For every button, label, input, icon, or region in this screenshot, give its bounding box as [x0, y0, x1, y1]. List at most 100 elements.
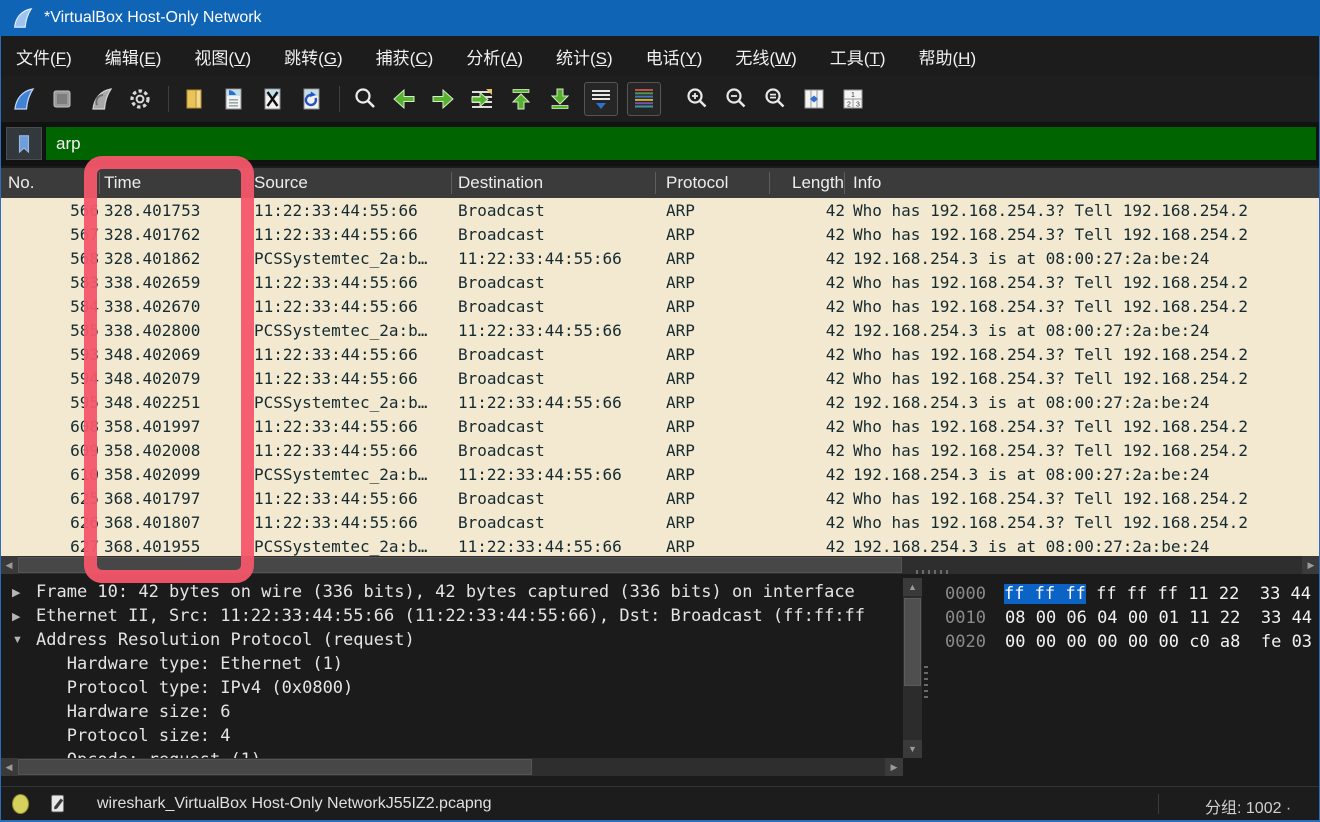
resize-columns-button[interactable]	[799, 84, 829, 114]
expander-icon[interactable]: ▶	[12, 586, 36, 599]
menu-item-label: 跳转(	[284, 49, 324, 68]
detail-line[interactable]: ▶ Ethernet II, Src: 11:22:33:44:55:66 (1…	[0, 604, 903, 628]
menu-item[interactable]: 电话(Y)	[646, 44, 703, 69]
expander-icon[interactable]: ▶	[12, 610, 36, 623]
packet-info: Who has 192.168.254.3? Tell 192.168.254.…	[845, 417, 1320, 436]
packet-length: 42	[770, 537, 845, 556]
start-capture-button[interactable]	[8, 84, 38, 114]
save-file-button[interactable]	[218, 84, 248, 114]
scroll-up-arrow-icon[interactable]: ▲	[903, 578, 922, 596]
scroll-down-arrow-icon[interactable]: ▼	[903, 740, 922, 758]
zoom-out-button[interactable]	[721, 84, 751, 114]
column-layout-icon: 123	[840, 86, 866, 112]
table-row[interactable]: 627 368.401955 PCSSystemtec_2a:b… 11:22:…	[0, 534, 1320, 556]
zoom-reset-button[interactable]	[760, 84, 790, 114]
menu-item[interactable]: 捕获(C)	[376, 44, 434, 69]
hex-row[interactable]: 002000 00 00 00 00 00 c0 a8 fe 03	[935, 630, 1320, 654]
menu-item[interactable]: 分析(A)	[466, 44, 523, 69]
restart-capture-button[interactable]	[86, 84, 116, 114]
zoom-in-button[interactable]	[682, 84, 712, 114]
detail-line[interactable]: Protocol size: 4	[0, 724, 903, 748]
hex-row[interactable]: 0000ff ff ff ff ff ff 11 22 33 44 5	[935, 582, 1320, 606]
column-header-time[interactable]: Time	[100, 172, 248, 194]
detail-line[interactable]: Hardware type: Ethernet (1)	[0, 652, 903, 676]
go-back-button[interactable]	[389, 84, 419, 114]
packet-time: 358.402099	[100, 465, 248, 484]
detail-line[interactable]: ▶ Frame 10: 42 bytes on wire (336 bits),…	[0, 580, 903, 604]
detail-line[interactable]: Opcode: request (1)	[0, 748, 903, 758]
go-to-packet-button[interactable]	[467, 84, 497, 114]
hex-row[interactable]: 001008 00 06 04 00 01 11 22 33 44	[935, 606, 1320, 630]
table-row[interactable]: 568 328.401862 PCSSystemtec_2a:b… 11:22:…	[0, 246, 1320, 270]
column-header-no[interactable]: No.	[0, 172, 100, 194]
column-header-destination[interactable]: Destination	[452, 172, 656, 194]
packet-info: 192.168.254.3 is at 08:00:27:2a:be:24	[845, 465, 1320, 484]
menu-item[interactable]: 编辑(E)	[105, 44, 162, 69]
expander-icon[interactable]: ▼	[12, 634, 36, 646]
menu-item-mnemonic: S	[596, 49, 607, 68]
column-header-length[interactable]: Length	[770, 172, 845, 194]
menu-item[interactable]: 帮助(H)	[919, 44, 977, 69]
packet-no: 626	[0, 513, 100, 532]
table-row[interactable]: 584 338.402670 11:22:33:44:55:66 Broadca…	[0, 294, 1320, 318]
packet-destination: Broadcast	[452, 441, 656, 460]
zoom-in-icon	[684, 86, 710, 112]
table-row[interactable]: 625 368.401797 11:22:33:44:55:66 Broadca…	[0, 486, 1320, 510]
splitter-handle[interactable]	[924, 666, 928, 700]
scrollbar-thumb[interactable]	[18, 557, 902, 573]
menu-item[interactable]: 跳转(G)	[284, 44, 343, 69]
scrollbar-thumb[interactable]	[18, 759, 532, 775]
colorize-toggle[interactable]	[627, 82, 661, 116]
scroll-left-arrow-icon[interactable]: ◀	[0, 758, 18, 776]
column-header-protocol[interactable]: Protocol	[656, 172, 770, 194]
detail-line[interactable]: Protocol type: IPv4 (0x0800)	[0, 676, 903, 700]
detail-line[interactable]: Hardware size: 6	[0, 700, 903, 724]
go-forward-button[interactable]	[428, 84, 458, 114]
first-packet-button[interactable]	[506, 84, 536, 114]
filter-bookmark-button[interactable]	[6, 127, 42, 160]
close-file-button[interactable]	[257, 84, 287, 114]
table-row[interactable]: 583 338.402659 11:22:33:44:55:66 Broadca…	[0, 270, 1320, 294]
expert-info-icon[interactable]	[12, 794, 29, 814]
table-row[interactable]: 609 358.402008 11:22:33:44:55:66 Broadca…	[0, 438, 1320, 462]
scroll-left-arrow-icon[interactable]: ◀	[0, 556, 18, 574]
column-header-source[interactable]: Source	[248, 172, 452, 194]
detail-line[interactable]: ▼ Address Resolution Protocol (request)	[0, 628, 903, 652]
column-layout-button[interactable]: 123	[838, 84, 868, 114]
details-vscrollbar[interactable]: ▲ ▼	[903, 578, 922, 758]
table-row[interactable]: 585 338.402800 PCSSystemtec_2a:b… 11:22:…	[0, 318, 1320, 342]
menu-item[interactable]: 工具(T)	[830, 44, 886, 69]
menu-item[interactable]: 统计(S)	[556, 44, 613, 69]
details-hscrollbar[interactable]: ◀ ▶	[0, 758, 903, 776]
capture-options-button[interactable]	[125, 84, 155, 114]
last-packet-button[interactable]	[545, 84, 575, 114]
menu-item-mnemonic: T	[869, 49, 879, 68]
window-title: *VirtualBox Host-Only Network	[44, 9, 262, 27]
table-row[interactable]: 593 348.402069 11:22:33:44:55:66 Broadca…	[0, 342, 1320, 366]
menu-item[interactable]: 文件(F)	[16, 44, 72, 69]
packet-list-hscrollbar[interactable]: ◀ ▶	[0, 556, 1320, 574]
table-row[interactable]: 567 328.401762 11:22:33:44:55:66 Broadca…	[0, 222, 1320, 246]
scrollbar-thumb[interactable]	[904, 598, 921, 686]
menu-item-label: 电话(	[646, 49, 686, 68]
table-row[interactable]: 626 368.401807 11:22:33:44:55:66 Broadca…	[0, 510, 1320, 534]
table-row[interactable]: 610 358.402099 PCSSystemtec_2a:b… 11:22:…	[0, 462, 1320, 486]
reload-file-button[interactable]	[296, 84, 326, 114]
table-row[interactable]: 595 348.402251 PCSSystemtec_2a:b… 11:22:…	[0, 390, 1320, 414]
auto-scroll-toggle[interactable]	[584, 82, 618, 116]
table-row[interactable]: 594 348.402079 11:22:33:44:55:66 Broadca…	[0, 366, 1320, 390]
table-row[interactable]: 566 328.401753 11:22:33:44:55:66 Broadca…	[0, 198, 1320, 222]
stop-capture-button[interactable]	[47, 84, 77, 114]
column-header-info[interactable]: Info	[845, 172, 1320, 194]
menu-item[interactable]: 视图(V)	[194, 44, 251, 69]
menu-item[interactable]: 无线(W)	[735, 44, 796, 69]
table-row[interactable]: 608 358.401997 11:22:33:44:55:66 Broadca…	[0, 414, 1320, 438]
scroll-right-arrow-icon[interactable]: ▶	[1302, 556, 1320, 574]
title-bar[interactable]: *VirtualBox Host-Only Network	[0, 0, 1320, 36]
open-file-button[interactable]	[179, 84, 209, 114]
packet-time: 328.401862	[100, 249, 248, 268]
display-filter-input[interactable]: arp	[46, 127, 1316, 160]
scroll-right-arrow-icon[interactable]: ▶	[885, 758, 903, 776]
capture-comment-icon[interactable]	[47, 791, 69, 817]
find-packet-button[interactable]	[350, 84, 380, 114]
